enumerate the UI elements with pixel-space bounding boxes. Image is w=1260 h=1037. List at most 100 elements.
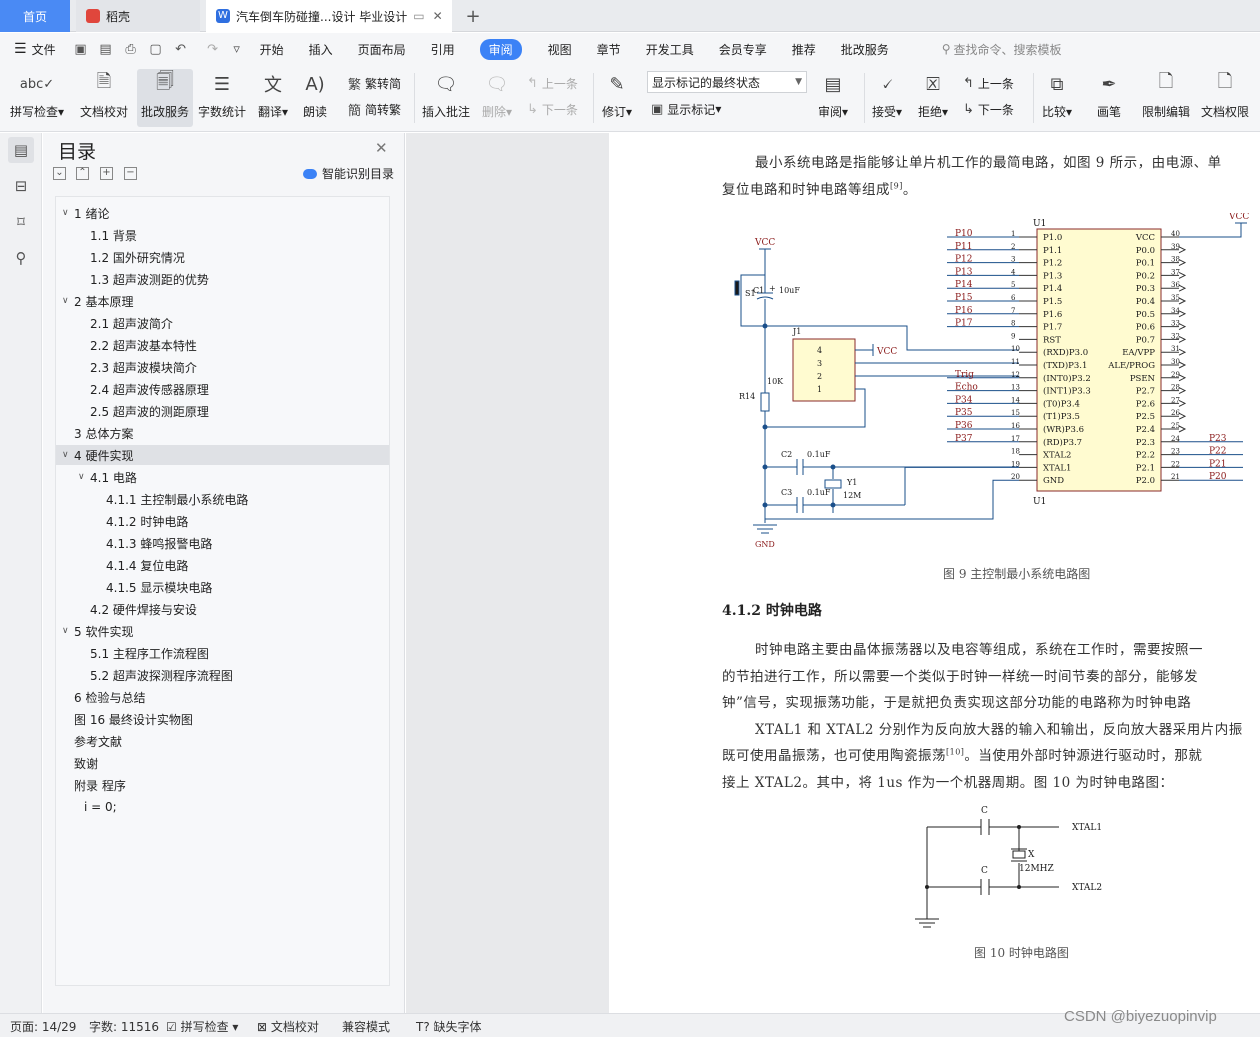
toc-item[interactable]: ∨ 4.1 电路: [56, 467, 389, 487]
next-change-button[interactable]: ↳ 下一条: [963, 99, 1014, 119]
page-indicator[interactable]: 页面: 14/29: [10, 1018, 76, 1035]
smart-toc-button[interactable]: 智能识别目录: [303, 165, 394, 182]
grading-service-button[interactable]: 🗐 批改服务: [137, 69, 194, 127]
menu-tab-1[interactable]: 插入: [309, 41, 333, 58]
add-level-icon[interactable]: +: [100, 167, 113, 180]
save-icon[interactable]: ▣: [72, 40, 90, 58]
spell-check-status[interactable]: ☑ 拼写检查 ▾: [166, 1018, 238, 1035]
close-tab-icon[interactable]: ✕: [433, 9, 443, 23]
chevron-down-icon[interactable]: ∨: [62, 450, 74, 460]
preview-icon[interactable]: ▢: [147, 40, 165, 58]
toc-item[interactable]: 附录 程序: [56, 775, 389, 795]
hamburger-icon[interactable]: ☰: [14, 41, 27, 57]
menu-tab-6[interactable]: 章节: [597, 41, 621, 58]
toc-item[interactable]: 参考文献: [56, 731, 389, 751]
simp-to-trad-button[interactable]: 簡简转繁: [348, 99, 401, 119]
toc-item[interactable]: 4.2 硬件焊接与安设: [56, 599, 389, 619]
toc-item[interactable]: ∨ 2 基本原理: [56, 291, 389, 311]
menu-tab-3[interactable]: 引用: [431, 41, 455, 58]
toc-item[interactable]: 图 16 最终设计实物图: [56, 709, 389, 729]
undo-icon[interactable]: ↶: [172, 40, 190, 58]
read-aloud-button[interactable]: A) 朗读: [302, 69, 328, 127]
remove-level-icon[interactable]: −: [124, 167, 137, 180]
redo-icon[interactable]: ↷: [204, 40, 222, 58]
toc-item[interactable]: 4.1.3 蜂鸣报警电路: [56, 533, 389, 553]
print-icon[interactable]: ⎙: [122, 40, 140, 58]
toc-item[interactable]: ∨ 4 硬件实现: [56, 445, 389, 465]
toc-item[interactable]: 致谢: [56, 753, 389, 773]
expand-all-icon[interactable]: ⌃: [76, 167, 89, 180]
toc-item[interactable]: i = 0;: [56, 797, 389, 817]
menu-tab-10[interactable]: 批改服务: [841, 41, 889, 58]
next-comment-button[interactable]: ↳ 下一条: [527, 99, 578, 119]
menu-tab-2[interactable]: 页面布局: [358, 41, 406, 58]
menu-tab-7[interactable]: 开发工具: [646, 41, 694, 58]
translate-button[interactable]: 文翻译▾: [258, 69, 288, 127]
toc-item[interactable]: 2.2 超声波基本特性: [56, 335, 389, 355]
toc-item[interactable]: 4.1.2 时钟电路: [56, 511, 389, 531]
toc-item[interactable]: 4.1.4 复位电路: [56, 555, 389, 575]
proofread-status[interactable]: ⊠ 文档校对: [257, 1018, 319, 1035]
prev-change-button[interactable]: ↰ 上一条: [963, 73, 1014, 93]
toc-item[interactable]: 4.1.5 显示模块电路: [56, 577, 389, 597]
toc-item[interactable]: 2.1 超声波简介: [56, 313, 389, 333]
menu-tab-0[interactable]: 开始: [260, 41, 284, 58]
close-icon[interactable]: ✕: [375, 139, 388, 157]
toc-icon[interactable]: ▤: [8, 137, 34, 163]
bookmark-icon[interactable]: ⌑: [8, 209, 34, 235]
export-icon[interactable]: ▤: [97, 40, 115, 58]
tab-document[interactable]: W 汽车倒车防碰撞...设计 毕业设计 ▭ ✕: [206, 0, 452, 32]
new-tab-button[interactable]: +: [458, 0, 488, 32]
menu-tab-5[interactable]: 视图: [548, 41, 572, 58]
toc-item[interactable]: 4.1.1 主控制最小系统电路: [56, 489, 389, 509]
tab-home[interactable]: 首页: [0, 0, 70, 32]
tab-daoke[interactable]: 稻壳: [76, 0, 200, 32]
document-page[interactable]: 最小系统电路是指能够让单片机工作的最简电路，如图 9 所示，由电源、单 复位电路…: [609, 133, 1260, 1013]
delete-comment-button[interactable]: 🗨 删除▾: [482, 69, 512, 127]
menu-tab-4[interactable]: 审阅: [479, 38, 522, 60]
toc-item[interactable]: 2.4 超声波传感器原理: [56, 379, 389, 399]
collapse-all-icon[interactable]: ⌄: [53, 167, 66, 180]
chevron-down-icon[interactable]: ∨: [78, 472, 90, 482]
chevron-down-icon[interactable]: ∨: [62, 208, 74, 218]
doc-rights-button[interactable]: 🗋 文档权限: [1201, 69, 1249, 127]
proofread-button[interactable]: 🗎 文档校对: [80, 69, 128, 127]
search-icon[interactable]: ⚲: [8, 245, 34, 271]
prev-comment-button[interactable]: ↰ 上一条: [527, 73, 578, 93]
menu-tab-9[interactable]: 推荐: [792, 41, 816, 58]
markup-state-select[interactable]: 显示标记的最终状态 ▼: [647, 71, 807, 93]
chevron-down-icon[interactable]: ▿: [228, 40, 246, 58]
toc-item[interactable]: 6 检验与总结: [56, 687, 389, 707]
reject-button[interactable]: 🗵 拒绝▾: [918, 69, 948, 127]
menu-file[interactable]: 文件: [32, 41, 56, 58]
monitor-icon[interactable]: ▭: [413, 9, 424, 23]
insert-comment-button[interactable]: 🗨 插入批注: [422, 69, 470, 127]
show-markup-button[interactable]: ▣ 显示标记 ▾: [651, 99, 721, 119]
word-count[interactable]: 字数: 11516: [89, 1018, 159, 1035]
spell-check-button[interactable]: abc✓ 拼写检查▾: [10, 69, 64, 127]
chevron-down-icon[interactable]: ∨: [62, 626, 74, 636]
search-box[interactable]: ⚲ 查找命令、搜索模板: [942, 41, 1062, 58]
toc-item[interactable]: ∨ 5 软件实现: [56, 621, 389, 641]
toc-item[interactable]: 3 总体方案: [56, 423, 389, 443]
toc-item[interactable]: 2.5 超声波的测距原理: [56, 401, 389, 421]
word-count-button[interactable]: ☰ 字数统计: [198, 69, 246, 127]
toc-item[interactable]: 1.2 国外研究情况: [56, 247, 389, 267]
menu-tab-8[interactable]: 会员专享: [719, 41, 767, 58]
compare-button[interactable]: ⧉ 比较▾: [1042, 69, 1072, 127]
pen-button[interactable]: ✒ 画笔: [1096, 69, 1122, 127]
accept-button[interactable]: 🗸 接受▾: [872, 69, 902, 127]
navigation-icon[interactable]: ⊟: [8, 173, 34, 199]
toc-item[interactable]: 1.3 超声波测距的优势: [56, 269, 389, 289]
toc-item[interactable]: 2.3 超声波模块简介: [56, 357, 389, 377]
toc-item[interactable]: 1.1 背景: [56, 225, 389, 245]
missing-font-button[interactable]: T? 缺失字体: [416, 1018, 482, 1035]
toc-item[interactable]: 5.2 超声波探测程序流程图: [56, 665, 389, 685]
review-pane-button[interactable]: ▤ 审阅▾: [818, 69, 848, 127]
toc-item[interactable]: ∨ 1 绪论: [56, 203, 389, 223]
trad-to-simp-button[interactable]: 繁繁转简: [348, 73, 401, 93]
toc-item[interactable]: 5.1 主程序工作流程图: [56, 643, 389, 663]
track-changes-button[interactable]: ✎ 修订▾: [602, 69, 632, 127]
chevron-down-icon[interactable]: ∨: [62, 296, 74, 306]
restrict-edit-button[interactable]: 🗋 限制编辑: [1142, 69, 1190, 127]
